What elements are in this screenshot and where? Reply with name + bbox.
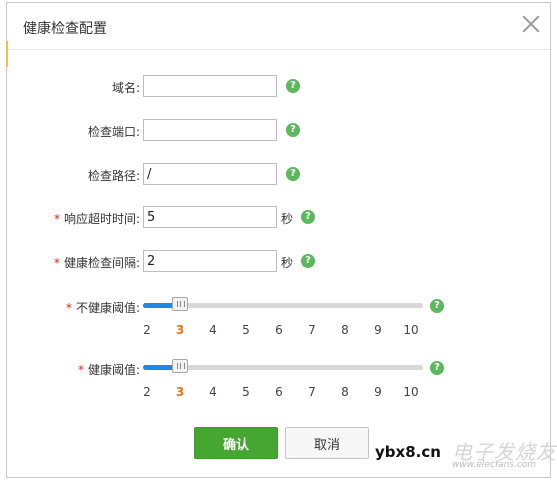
slider-tick-label: 8 [341,385,349,399]
timeout-row: *响应超时时间: 秒 ? [7,206,550,230]
slider-tick-label: 7 [308,385,316,399]
healthy-threshold-row: * 健康阈值: ? 2 3 4 5 6 7 8 9 10 [7,357,550,399]
healthy-threshold-label-text: 健康阈值: [87,363,140,377]
slider-tick-label: 6 [275,323,283,337]
slider-tick-label: 2 [143,385,151,399]
port-help-icon[interactable]: ? [286,123,300,137]
slider-tick-label: 4 [209,323,217,337]
slider-tick-label: 5 [242,323,250,337]
interval-row: *健康检查间隔: 秒 ? [7,250,550,274]
slider-tick-label: 4 [209,385,217,399]
interval-label-text: 健康检查间隔: [63,256,140,270]
watermark-site: www.elecfans.com [452,460,537,470]
cancel-button[interactable]: 取消 [285,427,369,459]
required-mark: * [53,256,60,270]
unhealthy-threshold-slider-handle[interactable] [172,297,188,311]
timeout-label: * 响应超时时间: [54,210,140,227]
timeout-unit: 秒 [281,212,294,226]
slider-tick-label: 3 [175,323,185,337]
required-mark: * [65,301,72,315]
required-mark: * [53,212,60,226]
path-row: 检查路径: ? [7,163,550,187]
close-icon[interactable] [520,13,542,35]
slider-tick-label: 7 [308,323,316,337]
port-label: 检查端口: [87,125,140,139]
path-help-icon[interactable]: ? [286,167,300,181]
timeout-help-icon[interactable]: ? [301,210,315,224]
timeout-input[interactable] [143,206,277,228]
slider-tick-label: 3 [175,385,185,399]
interval-unit: 秒 [281,256,294,270]
slider-tick-label: 9 [374,323,382,337]
interval-label: * 健康检查间隔: [54,254,140,271]
dialog-title: 健康检查配置 [23,21,107,37]
dialog-header: 健康检查配置 [7,3,550,50]
path-label: 检查路径: [87,169,140,183]
slider-tick-label: 5 [242,385,250,399]
watermark-text: ybx8.cn [375,443,441,461]
healthy-threshold-slider-handle[interactable] [172,359,188,373]
unhealthy-threshold-label-text: 不健康阈值: [75,301,140,315]
interval-input[interactable] [143,250,277,272]
timeout-label-text: 响应超时时间: [63,212,140,226]
healthy-threshold-ticks: 2 3 4 5 6 7 8 9 10 [7,385,550,401]
path-input[interactable] [143,163,277,185]
domain-input[interactable] [143,75,277,97]
healthy-threshold-label: * 健康阈值: [78,361,140,378]
slider-tick-label: 2 [143,323,151,337]
required-mark: * [77,363,84,377]
unhealthy-threshold-slider[interactable] [143,297,423,311]
slider-tick-label: 10 [403,385,419,399]
unhealthy-threshold-label: * 不健康阈值: [66,299,140,316]
domain-help-icon[interactable]: ? [286,79,300,93]
slider-tick-label: 6 [275,385,283,399]
left-accent-bar [6,41,8,67]
interval-help-icon[interactable]: ? [301,254,315,268]
healthy-threshold-help-icon[interactable]: ? [430,361,444,375]
confirm-button[interactable]: 确认 [194,427,278,459]
slider-tick-label: 9 [374,385,382,399]
unhealthy-threshold-row: * 不健康阈值: ? 2 3 4 5 6 7 8 9 10 [7,295,550,337]
slider-tick-label: 8 [341,323,349,337]
port-input[interactable] [143,119,277,141]
domain-label: 域名: [111,81,140,95]
healthy-threshold-slider[interactable] [143,359,423,373]
health-check-dialog: 健康检查配置 域名: ? 检查端口: ? 检查路径: ? *响应超时时间: 秒 … [6,2,551,478]
unhealthy-threshold-help-icon[interactable]: ? [430,299,444,313]
domain-row: 域名: ? [7,75,550,99]
port-row: 检查端口: ? [7,119,550,143]
slider-tick-label: 10 [403,323,419,337]
unhealthy-threshold-ticks: 2 3 4 5 6 7 8 9 10 [7,323,550,339]
